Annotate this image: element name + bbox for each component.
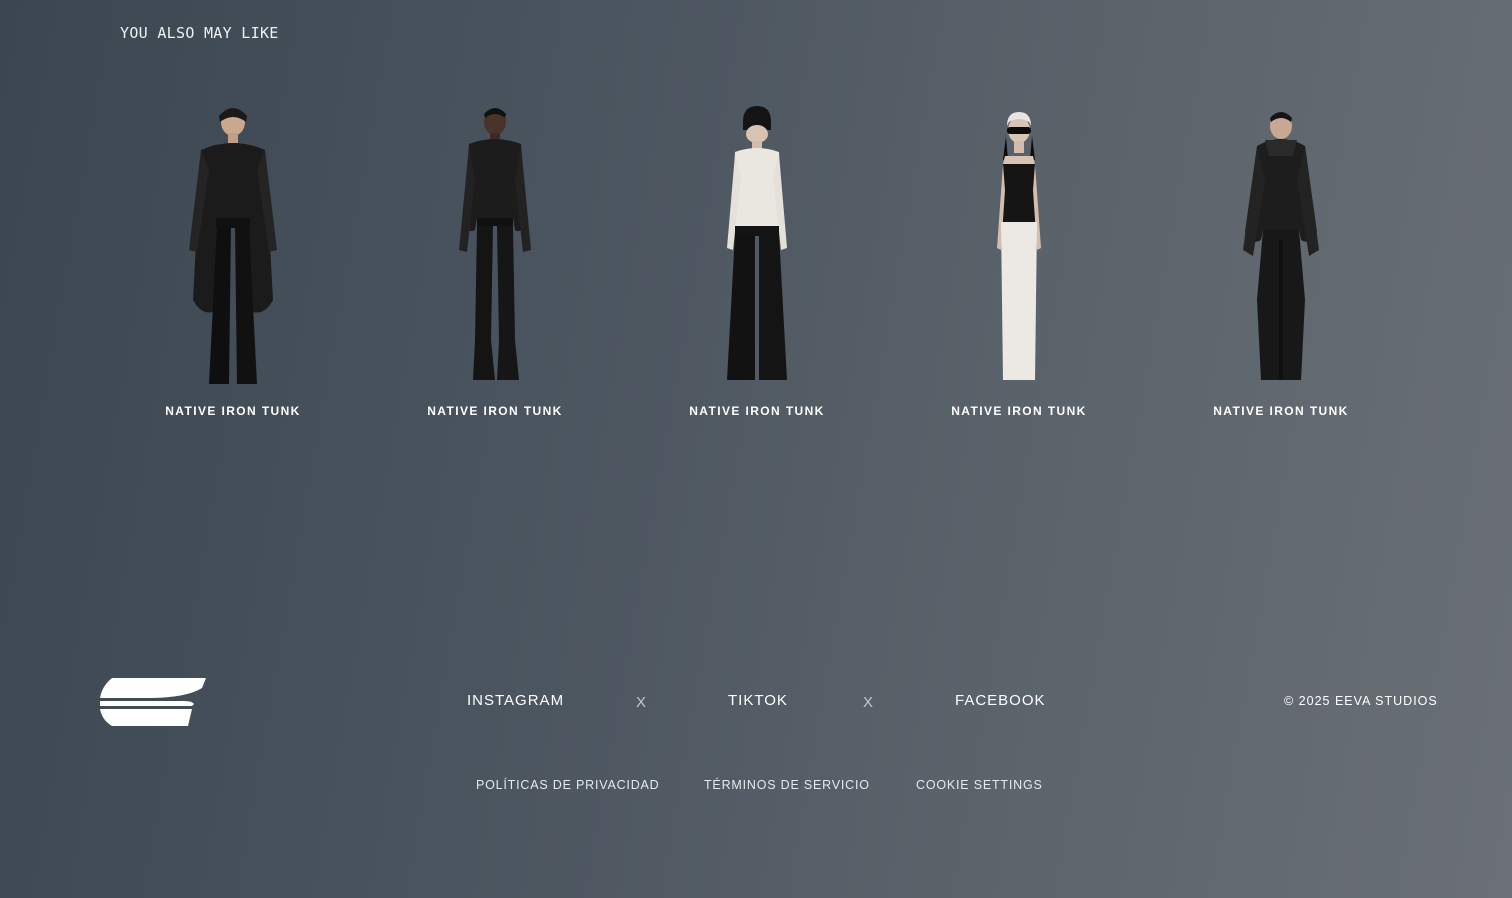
product-name[interactable]: NATIVE IRON TUNK: [689, 404, 825, 418]
eeva-logo-icon[interactable]: [98, 676, 206, 728]
product-name[interactable]: NATIVE IRON TUNK: [1213, 404, 1349, 418]
separator: X: [863, 694, 874, 711]
product-name[interactable]: NATIVE IRON TUNK: [165, 404, 301, 418]
product-name[interactable]: NATIVE IRON TUNK: [951, 404, 1087, 418]
product-card[interactable]: NATIVE IRON TUNK: [626, 100, 888, 418]
product-image[interactable]: [173, 100, 293, 390]
section-title: YOU ALSO MAY LIKE: [120, 24, 279, 42]
product-card[interactable]: NATIVE IRON TUNK: [102, 100, 364, 418]
cookie-settings-link[interactable]: COOKIE SETTINGS: [916, 778, 1043, 792]
product-image[interactable]: [1221, 100, 1341, 390]
terms-of-service-link[interactable]: TÉRMINOS DE SERVICIO: [704, 778, 870, 792]
product-name[interactable]: NATIVE IRON TUNK: [427, 404, 563, 418]
product-image[interactable]: [959, 100, 1079, 390]
facebook-link[interactable]: FACEBOOK: [955, 692, 1046, 709]
product-card[interactable]: NATIVE IRON TUNK: [364, 100, 626, 418]
privacy-policy-link[interactable]: POLÍTICAS DE PRIVACIDAD: [476, 778, 659, 792]
copyright: © 2025 EEVA STUDIOS: [1284, 694, 1438, 708]
product-image[interactable]: [435, 100, 555, 390]
product-card[interactable]: NATIVE IRON TUNK: [1150, 100, 1412, 418]
product-card[interactable]: NATIVE IRON TUNK: [888, 100, 1150, 418]
product-grid: NATIVE IRON TUNK NATIVE IRON TUNK NATIVE…: [102, 100, 1412, 418]
separator: X: [636, 694, 647, 711]
tiktok-link[interactable]: TIKTOK: [728, 692, 788, 709]
instagram-link[interactable]: INSTAGRAM: [467, 692, 564, 709]
product-image[interactable]: [697, 100, 817, 390]
